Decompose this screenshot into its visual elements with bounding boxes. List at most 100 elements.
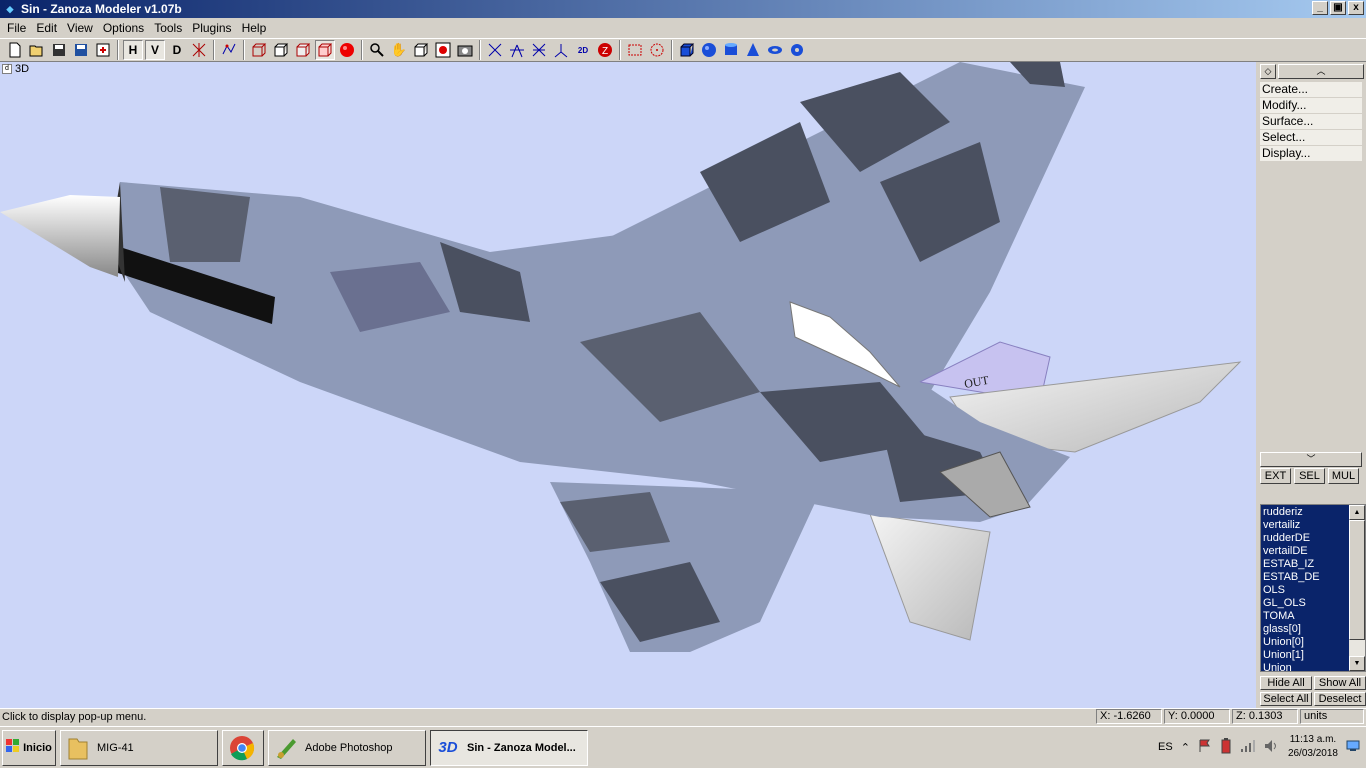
sel-mode-button[interactable]: SEL	[1294, 468, 1325, 484]
deselect-button[interactable]: Deselect	[1314, 692, 1366, 706]
cube-shaded-icon[interactable]	[292, 39, 314, 61]
scroll-down-arrow-icon[interactable]: ▼	[1349, 656, 1365, 671]
frame-icon[interactable]	[410, 39, 432, 61]
list-item[interactable]: glass[0]	[1263, 623, 1351, 636]
system-tray: ES ⌃ 11:13 a.m. 26/03/2018	[1158, 729, 1366, 765]
restore-button[interactable]: ▣	[1330, 1, 1346, 15]
panel-scroll-up-button[interactable]: ︿	[1278, 64, 1364, 79]
menu-file[interactable]: File	[2, 21, 31, 35]
object-list-scrollbar[interactable]: ▲ ▼	[1349, 505, 1365, 671]
volume-icon[interactable]	[1264, 739, 1280, 756]
flag-icon[interactable]	[1198, 739, 1212, 756]
select-rect-icon[interactable]	[624, 39, 646, 61]
menu-edit[interactable]: Edit	[31, 21, 62, 35]
viewport-menu-toggle[interactable]: d	[2, 64, 12, 74]
start-button[interactable]: Inicio	[2, 729, 56, 766]
z-icon[interactable]: Z	[594, 39, 616, 61]
list-item[interactable]: Union	[1263, 662, 1351, 675]
axis-icon[interactable]	[550, 39, 572, 61]
ext-mode-button[interactable]: EXT	[1260, 468, 1291, 484]
modify-command[interactable]: Modify...	[1260, 98, 1362, 113]
task-chrome[interactable]	[222, 729, 264, 766]
view-v-button[interactable]: V	[145, 40, 165, 60]
menu-view[interactable]: View	[62, 21, 98, 35]
coord-x: X: -1.6260	[1096, 709, 1162, 724]
list-item[interactable]: ESTAB_DE	[1263, 571, 1351, 584]
view-h-button[interactable]: H	[123, 40, 143, 60]
viewport-3d[interactable]: d 3D OUT	[0, 62, 1256, 708]
display-command[interactable]: Display...	[1260, 146, 1362, 161]
create-command[interactable]: Create...	[1260, 82, 1362, 97]
minimize-button[interactable]: _	[1312, 1, 1328, 15]
tray-expand-icon[interactable]: ⌃	[1181, 741, 1190, 754]
list-item[interactable]: vertailDE	[1263, 545, 1351, 558]
task-mig41[interactable]: MIG-41	[60, 729, 218, 766]
list-item[interactable]: GL_OLS	[1263, 597, 1351, 610]
cube-wire-icon[interactable]	[248, 39, 270, 61]
list-item[interactable]: rudderDE	[1263, 532, 1351, 545]
scroll-thumb[interactable]	[1349, 520, 1365, 640]
network-icon[interactable]	[1240, 739, 1256, 756]
graph-icon[interactable]	[218, 39, 240, 61]
clock[interactable]: 11:13 a.m. 26/03/2018	[1288, 733, 1338, 761]
sphere-red-icon[interactable]	[336, 39, 358, 61]
task-zanoza[interactable]: 3D Sin - Zanoza Model...	[430, 729, 588, 766]
list-item[interactable]: OLS	[1263, 584, 1351, 597]
show-all-button[interactable]: Show All	[1314, 676, 1366, 690]
list-item[interactable]: vertailiz	[1263, 519, 1351, 532]
list-item[interactable]: TOMA	[1263, 610, 1351, 623]
cube-icon[interactable]	[270, 39, 292, 61]
cone-icon[interactable]	[742, 39, 764, 61]
face-icon[interactable]	[528, 39, 550, 61]
knot-icon[interactable]	[786, 39, 808, 61]
box-icon[interactable]	[676, 39, 698, 61]
import-icon[interactable]	[92, 39, 114, 61]
edge-icon[interactable]	[506, 39, 528, 61]
task-photoshop[interactable]: Adobe Photoshop	[268, 729, 426, 766]
window-controls: _ ▣ x	[1312, 1, 1364, 15]
grid-icon[interactable]: 2D	[572, 39, 594, 61]
language-indicator[interactable]: ES	[1158, 741, 1173, 753]
menu-help[interactable]: Help	[237, 21, 272, 35]
menu-tools[interactable]: Tools	[149, 21, 187, 35]
select-circle-icon[interactable]	[646, 39, 668, 61]
viewport-name: 3D	[15, 63, 30, 75]
save-as-icon[interactable]	[70, 39, 92, 61]
toolbar-separator	[619, 40, 621, 60]
view-d-button[interactable]: D	[166, 39, 188, 61]
list-item[interactable]: ESTAB_IZ	[1263, 558, 1351, 571]
surface-command[interactable]: Surface...	[1260, 114, 1362, 129]
open-icon[interactable]	[26, 39, 48, 61]
torus-icon[interactable]	[764, 39, 786, 61]
vertex-icon[interactable]	[484, 39, 506, 61]
list-item[interactable]: rudderiz	[1263, 506, 1351, 519]
menu-plugins[interactable]: Plugins	[187, 21, 236, 35]
new-icon[interactable]	[4, 39, 26, 61]
list-item[interactable]: Union[0]	[1263, 636, 1351, 649]
close-button[interactable]: x	[1348, 1, 1364, 15]
cube-active-icon[interactable]	[315, 40, 335, 60]
aircraft-model: OUT	[0, 62, 1242, 652]
battery-icon[interactable]	[1220, 737, 1232, 757]
mul-mode-button[interactable]: MUL	[1328, 468, 1359, 484]
pan-icon[interactable]: ✋	[388, 39, 410, 61]
scroll-up-arrow-icon[interactable]: ▲	[1349, 505, 1365, 520]
object-list[interactable]: rudderiz vertailiz rudderDE vertailDE ES…	[1260, 504, 1366, 675]
zoom-icon[interactable]	[366, 39, 388, 61]
render-icon[interactable]	[432, 39, 454, 61]
show-desktop-icon[interactable]	[1346, 740, 1360, 755]
list-item[interactable]: Union[1]	[1263, 649, 1351, 662]
panel-toggle-icon[interactable]: ◇	[1260, 64, 1276, 79]
toolbar-separator	[117, 40, 119, 60]
taskbar: Inicio MIG-41 Adobe Photoshop 3D Sin - Z…	[0, 726, 1366, 768]
panel-scroll-down-button[interactable]: ﹀	[1260, 452, 1362, 467]
wire-icon[interactable]	[188, 39, 210, 61]
select-command[interactable]: Select...	[1260, 130, 1362, 145]
select-all-button[interactable]: Select All	[1260, 692, 1312, 706]
hide-all-button[interactable]: Hide All	[1260, 676, 1312, 690]
camera-icon[interactable]	[454, 39, 476, 61]
save-icon[interactable]	[48, 39, 70, 61]
cylinder-icon[interactable]	[720, 39, 742, 61]
menu-options[interactable]: Options	[98, 21, 149, 35]
sphere-icon[interactable]	[698, 39, 720, 61]
